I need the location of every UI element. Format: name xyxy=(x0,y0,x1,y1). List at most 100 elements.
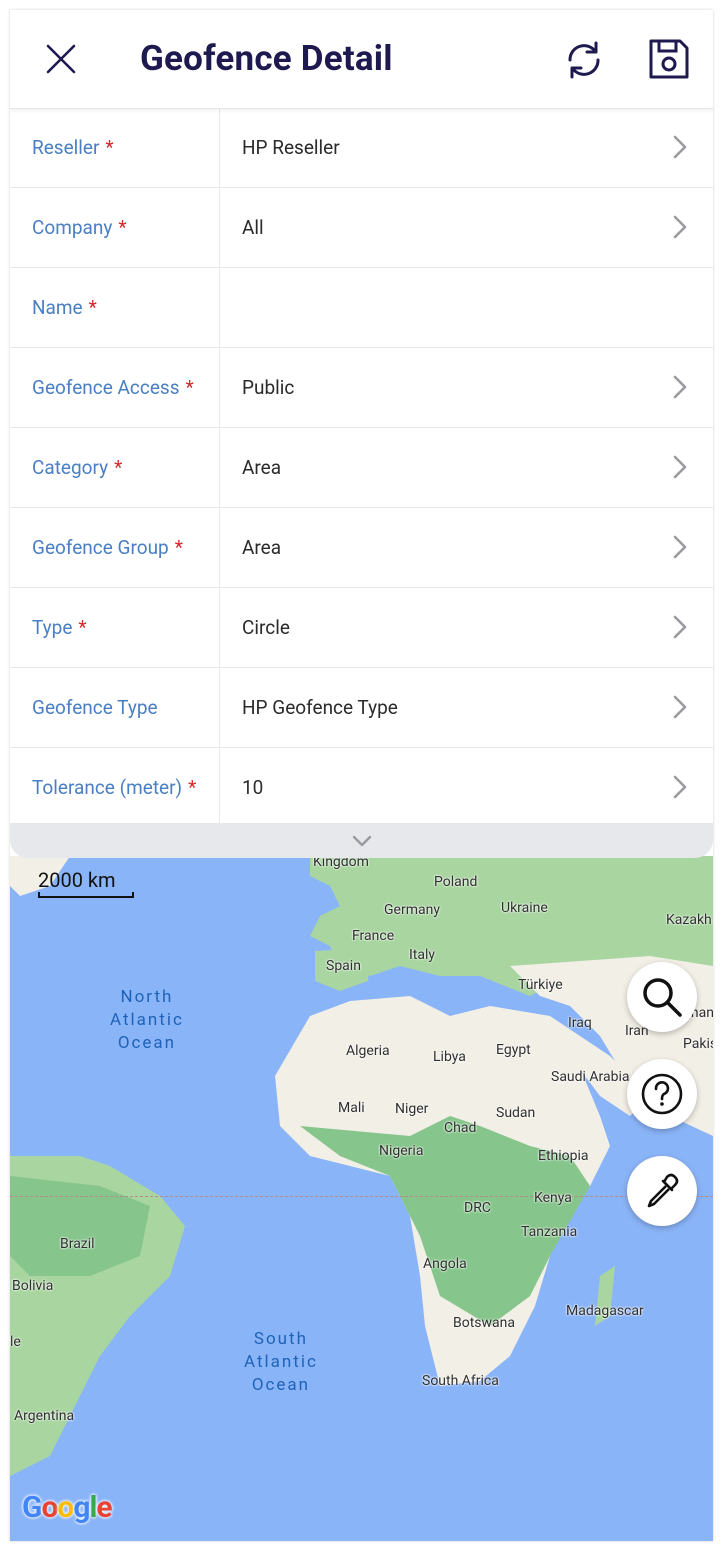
ocean-south-line2: Atlantic xyxy=(244,1352,318,1372)
map-label-niger: Niger xyxy=(395,1101,429,1117)
equator-line xyxy=(10,1196,713,1197)
chevron-right-icon xyxy=(673,375,687,399)
required-marker: * xyxy=(174,536,183,559)
map-label-iraq: Iraq xyxy=(568,1015,592,1031)
map-eyedropper-button[interactable] xyxy=(627,1156,697,1226)
field-label: Geofence Type xyxy=(10,668,220,747)
eyedropper-icon xyxy=(647,1173,679,1208)
field-label-text: Geofence Type xyxy=(32,696,158,719)
field-value[interactable]: 10 xyxy=(220,776,713,799)
field-value[interactable]: HP Geofence Type xyxy=(220,696,713,719)
chevron-right-icon xyxy=(673,775,687,799)
map-label-ukraine: Ukraine xyxy=(501,900,548,916)
map-label-libya: Libya xyxy=(433,1049,466,1065)
field-label: Geofence Group * xyxy=(10,508,220,587)
chevron-right-icon xyxy=(673,695,687,719)
field-label-text: Tolerance (meter) xyxy=(32,776,183,799)
field-label-text: Reseller xyxy=(32,136,100,159)
ocean-north-line1: North xyxy=(120,987,174,1007)
map-label-chile: le xyxy=(10,1334,21,1350)
form-row-geofence-access[interactable]: Geofence Access * Public xyxy=(10,348,713,428)
required-marker: * xyxy=(114,456,123,479)
chevron-down-icon xyxy=(352,835,371,846)
map-label-pakistan: Pakis xyxy=(683,1036,713,1052)
map-search-button[interactable] xyxy=(627,962,697,1032)
field-label-text: Company xyxy=(32,216,113,239)
map-label-ethiopia: Ethiopia xyxy=(538,1148,589,1164)
required-marker: * xyxy=(188,776,197,799)
map-label-sudan: Sudan xyxy=(496,1105,536,1121)
page-title: Geofence Detail xyxy=(140,38,393,79)
form-row-reseller[interactable]: Reseller * HP Reseller xyxy=(10,108,713,188)
map-label-botswana: Botswana xyxy=(453,1315,515,1331)
map-label-spain: Spain xyxy=(326,958,361,974)
chevron-right-icon xyxy=(673,215,687,239)
map-label-south-africa: South Africa xyxy=(422,1373,499,1389)
ocean-label-south: South Atlantic Ocean xyxy=(244,1328,318,1397)
required-marker: * xyxy=(185,376,194,399)
form-row-geofence-type[interactable]: Geofence Type HP Geofence Type xyxy=(10,668,713,748)
sync-button[interactable] xyxy=(562,38,606,82)
ocean-label-north: North Atlantic Ocean xyxy=(110,986,184,1055)
ocean-south-line3: Ocean xyxy=(251,1375,311,1395)
required-marker: * xyxy=(78,616,87,639)
help-icon xyxy=(641,1073,683,1115)
close-button[interactable] xyxy=(42,40,80,78)
map-label-argentina: Argentina xyxy=(14,1408,75,1424)
form-row-name[interactable]: Name * xyxy=(10,268,713,348)
map-label-kingdom: Kingdom xyxy=(313,856,369,870)
field-label-text: Name xyxy=(32,296,83,319)
field-label: Category * xyxy=(10,428,220,507)
map-view[interactable]: 2000 km North Atlantic Ocean South Atlan… xyxy=(10,856,713,1541)
field-label-text: Geofence Access xyxy=(32,376,180,399)
field-label-text: Type xyxy=(32,616,73,639)
ocean-south-line1: South xyxy=(253,1329,308,1349)
save-icon xyxy=(649,39,689,79)
map-land xyxy=(10,856,713,1476)
search-icon xyxy=(643,978,682,1017)
close-icon xyxy=(46,44,76,74)
map-label-france: France xyxy=(352,928,395,944)
map-help-button[interactable] xyxy=(627,1059,697,1129)
field-value[interactable]: Circle xyxy=(220,616,713,639)
field-value[interactable]: Public xyxy=(220,376,713,399)
map-label-italy: Italy xyxy=(409,947,436,963)
field-label-text: Geofence Group xyxy=(32,536,169,559)
required-marker: * xyxy=(105,136,114,159)
field-label: Type * xyxy=(10,588,220,667)
form-row-company[interactable]: Company * All xyxy=(10,188,713,268)
chevron-right-icon xyxy=(673,135,687,159)
map-label-nigeria: Nigeria xyxy=(379,1143,424,1159)
ocean-north-line3: Ocean xyxy=(117,1033,177,1053)
map-label-saudi-arabia: Saudi Arabia xyxy=(551,1069,630,1085)
form-row-tolerance-meter[interactable]: Tolerance (meter) * 10 xyxy=(10,748,713,828)
map-label-turkiye: Türkiye xyxy=(518,977,563,993)
field-label: Name * xyxy=(10,268,220,347)
field-value[interactable]: All xyxy=(220,216,713,239)
ocean-north-line2: Atlantic xyxy=(110,1010,184,1030)
map-label-chad: Chad xyxy=(444,1120,477,1136)
collapse-handle[interactable] xyxy=(10,823,713,858)
required-marker: * xyxy=(88,296,97,319)
map-label-drc: DRC xyxy=(464,1200,491,1216)
field-label: Reseller * xyxy=(10,108,220,187)
google-logo: Google xyxy=(22,1490,113,1525)
required-marker: * xyxy=(118,216,127,239)
map-label-angola: Angola xyxy=(423,1256,467,1272)
form-row-type[interactable]: Type * Circle xyxy=(10,588,713,668)
form-row-geofence-group[interactable]: Geofence Group * Area xyxy=(10,508,713,588)
field-value[interactable]: Area xyxy=(220,536,713,559)
form-row-category[interactable]: Category * Area xyxy=(10,428,713,508)
map-label-poland: Poland xyxy=(434,874,478,890)
map-label-brazil: Brazil xyxy=(60,1236,95,1252)
geofence-form: Reseller * HP Reseller Company * All Name * Geof… xyxy=(10,108,713,828)
save-button[interactable] xyxy=(646,36,692,82)
chevron-right-icon xyxy=(673,615,687,639)
field-value[interactable]: HP Reseller xyxy=(220,136,713,159)
sync-icon xyxy=(568,41,600,79)
map-label-tanzania: Tanzania xyxy=(521,1224,578,1240)
field-label: Geofence Access * xyxy=(10,348,220,427)
map-label-madagascar: Madagascar xyxy=(566,1303,644,1319)
map-label-germany: Germany xyxy=(384,902,440,918)
field-value[interactable]: Area xyxy=(220,456,713,479)
